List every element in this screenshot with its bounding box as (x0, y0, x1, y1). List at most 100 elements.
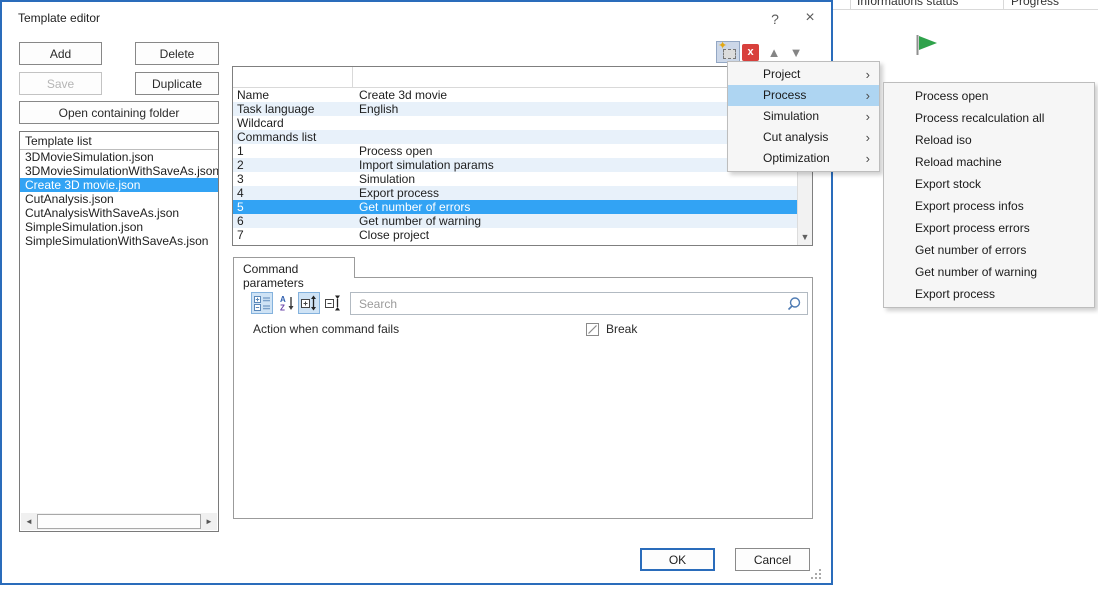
cancel-button[interactable]: Cancel (735, 548, 810, 571)
collapse-all-icon[interactable] (322, 292, 344, 314)
scrollbar-thumb[interactable] (37, 514, 201, 529)
submenu-item[interactable]: Get number of warning (884, 261, 1094, 283)
table-cell-key: 5 (233, 200, 353, 214)
template-list-item[interactable]: CutAnalysis.json (20, 192, 218, 206)
template-list-item[interactable]: 3DMovieSimulation.json (20, 150, 218, 164)
svg-text:Z: Z (280, 304, 285, 312)
menu-item[interactable]: Process › (728, 85, 879, 106)
delete-command-button[interactable]: x (742, 44, 759, 61)
new-item-icon (723, 49, 736, 59)
template-list-item[interactable]: SimpleSimulationWithSaveAs.json (20, 234, 218, 248)
dialog-title: Template editor (18, 11, 100, 25)
delete-button[interactable]: Delete (135, 42, 219, 65)
resize-grip[interactable] (810, 568, 822, 580)
submenu-item[interactable]: Export process infos (884, 195, 1094, 217)
template-list-item[interactable]: SimpleSimulation.json (20, 220, 218, 234)
menu-item[interactable]: Simulation › (728, 106, 879, 127)
table-row[interactable]: 7 Close project (233, 228, 797, 242)
submenu-arrow-icon: › (866, 64, 870, 85)
template-list-item[interactable]: Create 3D movie.json (20, 178, 218, 192)
template-list: Template list 3DMovieSimulation.json 3DM… (19, 131, 219, 532)
template-list-item-label: 3DMovieSimulationWithSaveAs.json (25, 164, 218, 178)
table-cell-key: 7 (233, 228, 353, 242)
table-cell-key: 4 (233, 186, 353, 200)
open-containing-folder-button[interactable]: Open containing folder (19, 101, 219, 124)
property-label: Action when command fails (253, 322, 399, 336)
submenu-item[interactable]: Get number of errors (884, 239, 1094, 261)
categorized-view-icon[interactable] (251, 292, 273, 314)
table-row[interactable]: Wildcard (233, 116, 797, 130)
template-list-item-label: CutAnalysisWithSaveAs.json (25, 206, 179, 220)
break-checkbox-icon[interactable] (586, 323, 599, 336)
submenu-item[interactable]: Process open (884, 85, 1094, 107)
help-button[interactable]: ? (762, 6, 788, 28)
table-row[interactable]: 3 Simulation (233, 172, 797, 186)
table-cell-key: 2 (233, 158, 353, 172)
table-row[interactable]: 2 Import simulation params (233, 158, 797, 172)
column-divider (850, 0, 851, 10)
scroll-down-icon[interactable]: ▼ (798, 230, 812, 245)
menu-item-label: Process (763, 88, 806, 102)
table-cell-key: Name (233, 88, 353, 102)
search-input[interactable] (350, 292, 808, 315)
table-row[interactable]: 6 Get number of warning (233, 214, 797, 228)
submenu-item[interactable]: Export process errors (884, 217, 1094, 239)
submenu-item[interactable]: Reload machine (884, 151, 1094, 173)
move-down-button[interactable]: ▼ (786, 44, 806, 61)
ok-button[interactable]: OK (640, 548, 715, 571)
move-up-button[interactable]: ▲ (764, 44, 784, 61)
table-row[interactable]: 1 Process open (233, 144, 797, 158)
template-list-item-label: Create 3D movie.json (25, 178, 140, 192)
expand-all-icon[interactable] (298, 292, 320, 314)
table-row[interactable]: 5 Get number of errors (233, 200, 797, 214)
tab-command-parameters[interactable]: Command parameters (233, 257, 355, 278)
menu-item[interactable]: Cut analysis › (728, 127, 879, 148)
template-list-item-label: 3DMovieSimulation.json (25, 150, 154, 164)
table-cell-key: 1 (233, 144, 353, 158)
property-value[interactable]: Break (606, 322, 637, 336)
table-row[interactable]: Task language English (233, 102, 797, 116)
menu-item[interactable]: Project › (728, 64, 879, 85)
add-button[interactable]: Add (19, 42, 102, 65)
submenu-item[interactable]: Export process (884, 283, 1094, 305)
command-category-menu: Project › Process › Simulation › Cut ana… (727, 61, 880, 172)
scroll-left-icon[interactable]: ◄ (21, 513, 37, 530)
horizontal-scrollbar[interactable]: ◄ ► (21, 513, 217, 530)
template-editor-dialog: Template editor ? × Add Delete Save Dupl… (0, 0, 833, 585)
template-list-header: Template list (20, 132, 218, 150)
table-cell-key: 3 (233, 172, 353, 186)
submenu-item[interactable]: Reload iso (884, 129, 1094, 151)
table-cell-value: Get number of errors (353, 200, 797, 214)
template-list-item[interactable]: 3DMovieSimulationWithSaveAs.json (20, 164, 218, 178)
duplicate-button[interactable]: Duplicate (135, 72, 219, 95)
green-flag-icon (915, 35, 941, 57)
close-button[interactable]: × (797, 6, 823, 28)
search-icon (786, 296, 802, 315)
scroll-right-icon[interactable]: ► (201, 513, 217, 530)
submenu-item[interactable]: Export stock (884, 173, 1094, 195)
command-parameters-panel: A Z (233, 277, 813, 519)
table-header-key (233, 67, 353, 87)
add-command-button[interactable]: ✦ (716, 41, 740, 63)
column-header-informations-status[interactable]: Informations status (857, 0, 958, 8)
table-cell-key: 6 (233, 214, 353, 228)
submenu-arrow-icon: › (866, 148, 870, 169)
table-row[interactable]: Commands list (233, 130, 797, 144)
save-button[interactable]: Save (19, 72, 102, 95)
table-row[interactable]: 4 Export process (233, 186, 797, 200)
column-header-progress[interactable]: Progress (1011, 0, 1059, 8)
submenu-arrow-icon: › (866, 127, 870, 148)
menu-item-label: Simulation (763, 109, 819, 123)
table-cell-key: Commands list (233, 130, 353, 144)
search-field-wrap (350, 292, 808, 315)
table-rows: Name Create 3d movie Task language Engli… (233, 88, 812, 242)
table-row[interactable]: Name Create 3d movie (233, 88, 797, 102)
submenu-item[interactable]: Process recalculation all (884, 107, 1094, 129)
menu-items: Project › Process › Simulation › Cut ana… (728, 64, 879, 169)
menu-item[interactable]: Optimization › (728, 148, 879, 169)
table-cell-value: Simulation (353, 172, 797, 186)
template-list-item[interactable]: CutAnalysisWithSaveAs.json (20, 206, 218, 220)
menu-item-label: Optimization (763, 151, 830, 165)
alphabetical-sort-icon[interactable]: A Z (276, 292, 298, 314)
screen: Informations status Progress Template ed… (0, 0, 1098, 590)
